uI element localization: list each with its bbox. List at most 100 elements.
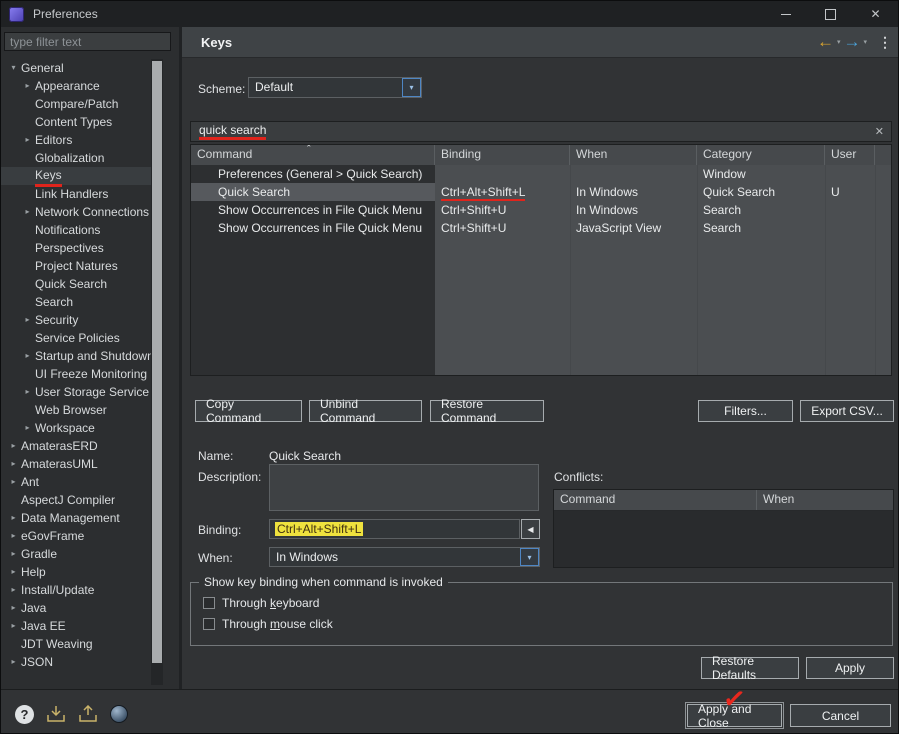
tree-item[interactable]: ▸ Network Connections <box>1 203 151 221</box>
table-row[interactable]: Show Occurrences in File Quick Menu Ctrl… <box>191 201 891 219</box>
tree-scrollbar-thumb[interactable] <box>152 61 162 663</box>
export-preferences-icon[interactable] <box>78 705 98 723</box>
tree-expand-icon[interactable]: ▸ <box>21 203 34 221</box>
tree-item[interactable]: ▸ Workspace <box>1 419 151 437</box>
column-header-category[interactable]: Category <box>697 145 825 165</box>
conflicts-column-command[interactable]: Command <box>554 490 757 510</box>
scheme-combo[interactable]: Default ▾ <box>248 77 422 98</box>
tree-expand-icon[interactable]: ▸ <box>7 653 20 671</box>
tree-expand-icon[interactable]: ▸ <box>7 545 20 563</box>
tree-expand-icon[interactable]: ▸ <box>7 581 20 599</box>
tree-item[interactable]: ▸ Java <box>1 599 151 617</box>
maximize-button[interactable] <box>808 1 853 27</box>
tree-item[interactable]: Globalization <box>1 149 151 167</box>
close-button[interactable]: ✕ <box>853 1 898 27</box>
scheme-dropdown-icon[interactable]: ▾ <box>402 78 421 97</box>
view-menu-icon[interactable]: ⋮ <box>878 34 892 51</box>
when-dropdown-icon[interactable]: ▾ <box>520 548 539 566</box>
tree-expand-icon[interactable]: ▾ <box>7 59 20 77</box>
tree-item[interactable]: ▸ Java EE <box>1 617 151 635</box>
tree-item[interactable]: ▸ Gradle <box>1 545 151 563</box>
tree-expand-icon[interactable]: ▸ <box>7 437 20 455</box>
tree-scrollbar[interactable] <box>151 59 163 685</box>
tree-item[interactable]: ▸ AmaterasUML <box>1 455 151 473</box>
filters-button[interactable]: Filters... <box>698 400 793 422</box>
tree-item[interactable]: UI Freeze Monitoring <box>1 365 151 383</box>
tree-item[interactable]: AspectJ Compiler <box>1 491 151 509</box>
column-header-user[interactable]: User <box>825 145 875 165</box>
tree-expand-icon[interactable]: ▸ <box>7 455 20 473</box>
tree-item[interactable]: ▸ eGovFrame <box>1 527 151 545</box>
when-combo[interactable]: In Windows ▾ <box>269 547 540 567</box>
tree-item[interactable]: ▸ Data Management <box>1 509 151 527</box>
tree-item[interactable]: ▸ Ant <box>1 473 151 491</box>
tree-item[interactable]: ▸ Install/Update <box>1 581 151 599</box>
tree-item[interactable]: ▸ Startup and Shutdown <box>1 347 151 365</box>
through-mouse-row[interactable]: Through mouse click <box>203 617 892 631</box>
tree-item[interactable]: Project Natures <box>1 257 151 275</box>
search-clear-icon[interactable]: ✕ <box>875 125 884 138</box>
apply-button[interactable]: Apply <box>806 657 894 679</box>
tree-item[interactable]: ▸ Editors <box>1 131 151 149</box>
tree-expand-icon[interactable]: ▸ <box>21 383 34 401</box>
export-csv-button[interactable]: Export CSV... <box>800 400 894 422</box>
tree-item[interactable]: Link Handlers <box>1 185 151 203</box>
tree-item[interactable]: Quick Search <box>1 275 151 293</box>
tree-item[interactable]: Web Browser <box>1 401 151 419</box>
table-row[interactable]: Show Occurrences in File Quick Menu Ctrl… <box>191 219 891 237</box>
column-header-binding[interactable]: Binding <box>435 145 570 165</box>
through-mouse-checkbox[interactable] <box>203 618 215 630</box>
column-header-when[interactable]: When <box>570 145 697 165</box>
forward-icon[interactable]: → <box>843 32 860 52</box>
tree-item[interactable]: Keys <box>1 167 151 187</box>
tree-expand-icon[interactable]: ▸ <box>7 473 20 491</box>
search-input[interactable]: quick search ✕ <box>190 121 892 142</box>
oomph-recorder-icon[interactable] <box>110 705 128 723</box>
binding-input[interactable]: Ctrl+Alt+Shift+L <box>269 519 520 539</box>
tree-item[interactable]: JDT Weaving <box>1 635 151 653</box>
tree-item[interactable]: Perspectives <box>1 239 151 257</box>
table-row[interactable]: Quick Search Ctrl+Alt+Shift+L In Windows… <box>191 183 891 201</box>
restore-command-button[interactable]: Restore Command <box>430 397 544 425</box>
tree-item[interactable]: ▸ Appearance <box>1 77 151 95</box>
tree-item[interactable]: ▸ Help <box>1 563 151 581</box>
back-icon[interactable]: ← <box>817 32 834 52</box>
tree-expand-icon[interactable]: ▸ <box>21 419 34 437</box>
tree-item[interactable]: ▸ User Storage Service <box>1 383 151 401</box>
through-keyboard-row[interactable]: Through keyboard <box>203 596 892 610</box>
conflicts-column-when[interactable]: When <box>757 490 893 510</box>
tree-expand-icon[interactable]: ▸ <box>7 617 20 635</box>
tree-item[interactable]: ▸ JSON <box>1 653 151 671</box>
unbind-command-button[interactable]: Unbind Command <box>309 397 422 425</box>
column-header-command[interactable]: Command ˆ <box>191 145 435 165</box>
copy-command-button[interactable]: Copy Command <box>195 397 302 425</box>
tree-item[interactable]: ▾ General <box>1 59 151 77</box>
tree-expand-icon[interactable]: ▸ <box>21 311 34 329</box>
tree-item[interactable]: Content Types <box>1 113 151 131</box>
tree-expand-icon[interactable]: ▸ <box>7 527 20 545</box>
tree-item[interactable]: ▸ AmaterasERD <box>1 437 151 455</box>
forward-dropdown-icon[interactable]: ▾ <box>863 38 867 46</box>
tree-item[interactable]: Service Policies <box>1 329 151 347</box>
tree-expand-icon[interactable]: ▸ <box>21 347 34 365</box>
tree-item[interactable]: ▸ Security <box>1 311 151 329</box>
through-keyboard-checkbox[interactable] <box>203 597 215 609</box>
description-field[interactable] <box>269 464 539 511</box>
tree-expand-icon[interactable]: ▸ <box>21 77 34 95</box>
tree-item[interactable]: Notifications <box>1 221 151 239</box>
tree-item[interactable]: Compare/Patch <box>1 95 151 113</box>
import-preferences-icon[interactable] <box>46 705 66 723</box>
tree-expand-icon[interactable]: ▸ <box>7 599 20 617</box>
binding-reverse-button[interactable]: ◀ <box>521 519 540 539</box>
filter-input[interactable] <box>4 32 171 51</box>
cancel-button[interactable]: Cancel <box>790 704 891 727</box>
help-icon[interactable]: ? <box>15 705 34 724</box>
minimize-button[interactable] <box>763 1 808 27</box>
tree-item[interactable]: Search <box>1 293 151 311</box>
table-row[interactable]: Preferences (General > Quick Search) Win… <box>191 165 891 183</box>
restore-defaults-button[interactable]: Restore Defaults <box>701 654 799 682</box>
tree-expand-icon[interactable]: ▸ <box>7 509 20 527</box>
tree-expand-icon[interactable]: ▸ <box>7 563 20 581</box>
tree-expand-icon[interactable]: ▸ <box>21 131 34 149</box>
back-dropdown-icon[interactable]: ▾ <box>837 38 841 46</box>
